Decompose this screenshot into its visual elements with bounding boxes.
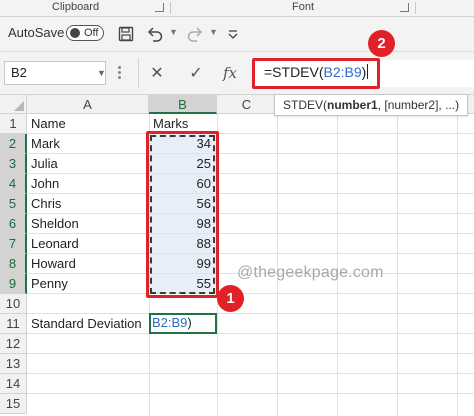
gridline-h	[27, 293, 474, 294]
ribbon-group-font: Font	[292, 1, 315, 13]
active-cell-text: B2:B9)	[152, 313, 192, 333]
range-highlight-box	[146, 131, 219, 298]
row-header-9[interactable]: 9	[0, 274, 27, 294]
gridline-h	[27, 253, 474, 254]
save-icon[interactable]	[115, 23, 137, 45]
cell-a3[interactable]: Julia	[31, 154, 58, 174]
gridline-h	[27, 173, 474, 174]
row-header-13[interactable]: 13	[0, 354, 27, 374]
autosave-state: Off	[84, 27, 99, 39]
toggle-knob	[70, 28, 80, 38]
formula-bar-divider	[138, 58, 139, 88]
row-header-12[interactable]: 12	[0, 334, 27, 354]
cell-a8[interactable]: Howard	[31, 254, 76, 274]
row-header-10[interactable]: 10	[0, 294, 27, 314]
undo-icon[interactable]	[144, 23, 166, 45]
gridline-h	[27, 233, 474, 234]
worksheet-grid[interactable]: A B C 1 2 3 4 5 6 7 8 9 10 11 12 13 14 1…	[0, 95, 474, 416]
gridline-h	[27, 153, 474, 154]
row-header-8[interactable]: 8	[0, 254, 27, 274]
gridline-h	[27, 353, 474, 354]
cell-a6[interactable]: Sheldon	[31, 214, 79, 234]
row-header-2[interactable]: 2	[0, 134, 27, 154]
name-box-value: B2	[11, 65, 27, 80]
tooltip-arg-current[interactable]: number1	[327, 98, 378, 112]
font-dialog-launcher-icon[interactable]	[400, 3, 409, 12]
ribbon-group-clipboard: Clipboard	[52, 1, 100, 13]
name-box[interactable]: B2 ▼	[4, 61, 106, 85]
name-box-chevron-down-icon[interactable]: ▼	[97, 68, 106, 78]
cell-a4[interactable]: John	[31, 174, 59, 194]
autosave-label: AutoSave	[8, 25, 65, 40]
active-cell-range-ref: B2:B9	[152, 315, 188, 330]
gridline-h	[27, 193, 474, 194]
tooltip-args-rest: , [number2], ...)	[377, 98, 460, 112]
redo-dropdown-chevron-down-icon[interactable]: ▼	[209, 27, 218, 37]
gridline-v	[457, 114, 458, 416]
ribbon-group-labels: Clipboard Font	[0, 0, 474, 17]
column-header-c[interactable]: C	[217, 95, 277, 114]
ribbon-divider	[415, 2, 416, 14]
tooltip-fn: STDEV(	[283, 98, 328, 112]
row-header-1[interactable]: 1	[0, 114, 27, 134]
active-cell-suffix: )	[187, 315, 192, 330]
column-header-b[interactable]: B	[149, 95, 217, 114]
row-header-14[interactable]: 14	[0, 374, 27, 394]
insert-function-icon[interactable]: fx	[218, 62, 242, 84]
cell-a2[interactable]: Mark	[31, 134, 60, 154]
select-all-corner[interactable]	[0, 95, 27, 114]
row-header-5[interactable]: 5	[0, 194, 27, 214]
quick-access-toolbar: AutoSave Off ▼ ▼	[0, 17, 474, 52]
step-badge-1: 1	[217, 285, 244, 312]
cell-a9[interactable]: Penny	[31, 274, 68, 294]
enter-icon[interactable]: ✓	[184, 62, 208, 84]
gridline-h	[27, 373, 474, 374]
step-badge-2: 2	[368, 30, 395, 57]
formula-bar-resize-handle[interactable]	[118, 66, 121, 80]
customize-toolbar-icon[interactable]	[222, 23, 244, 45]
gridline-h	[27, 393, 474, 394]
cell-a1-header-name[interactable]: Name	[31, 114, 66, 134]
cell-a11-summary-label[interactable]: Standard Deviation	[31, 314, 142, 334]
cancel-icon[interactable]: ✕	[145, 62, 169, 84]
undo-dropdown-chevron-down-icon[interactable]: ▼	[169, 27, 178, 37]
row-header-7[interactable]: 7	[0, 234, 27, 254]
formula-highlight-box	[252, 58, 380, 89]
watermark: @thegeekpage.com	[237, 264, 384, 281]
row-header-6[interactable]: 6	[0, 214, 27, 234]
autosave-toggle[interactable]: Off	[66, 25, 104, 41]
cell-a7[interactable]: Leonard	[31, 234, 79, 254]
select-all-triangle-icon	[14, 101, 24, 111]
redo-icon[interactable]	[184, 23, 206, 45]
gridline-v	[397, 114, 398, 416]
ribbon-divider	[170, 2, 171, 14]
formula-bar: B2 ▼ ✕ ✓ fx =STDEV(B2:B9)	[0, 52, 474, 95]
row-header-3[interactable]: 3	[0, 154, 27, 174]
cell-a5[interactable]: Chris	[31, 194, 61, 214]
gridline-h	[27, 133, 474, 134]
row-header-11[interactable]: 11	[0, 314, 27, 334]
row-header-4[interactable]: 4	[0, 174, 27, 194]
gridline-h	[27, 213, 474, 214]
column-header-a[interactable]: A	[27, 95, 149, 114]
function-argument-tooltip[interactable]: STDEV(number1, [number2], ...)	[274, 94, 469, 116]
row-header-15[interactable]: 15	[0, 394, 27, 414]
clipboard-dialog-launcher-icon[interactable]	[155, 3, 164, 12]
